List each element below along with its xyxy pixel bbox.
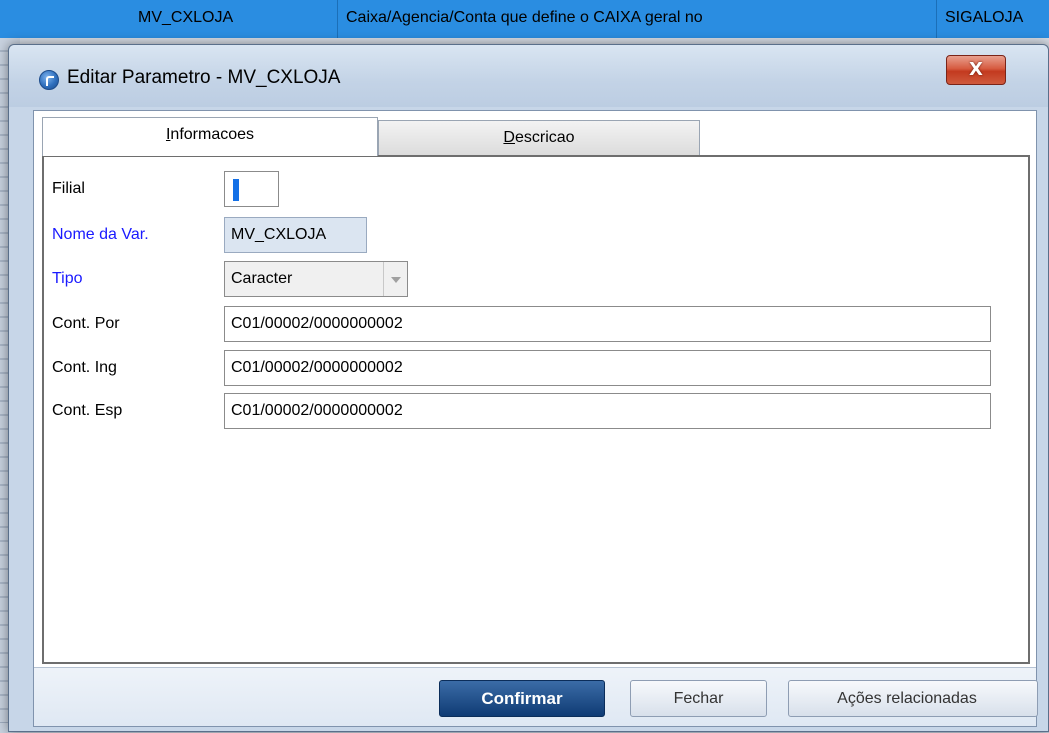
cont-esp-label: Cont. Esp <box>52 402 123 419</box>
app-logo-icon <box>39 70 59 90</box>
grid-cell-module: SIGALOJA <box>945 9 1024 26</box>
informacoes-panel: Filial Nome da Var. MV_CXLOJA Tipo Carac… <box>42 155 1030 664</box>
dialog-titlebar[interactable]: Editar Parametro - MV_CXLOJA X <box>9 45 1048 107</box>
cont-esp-field[interactable]: C01/00002/0000000002 <box>224 393 991 429</box>
tab-informacoes-label: nformacoes <box>170 126 255 143</box>
cont-ing-label: Cont. Ing <box>52 359 117 376</box>
tab-informacoes[interactable]: Informacoes <box>42 117 378 156</box>
filial-field[interactable] <box>224 171 279 207</box>
grid-cell-description: Caixa/Agencia/Conta que define o CAIXA g… <box>338 0 937 38</box>
dialog-client-area: Informacoes Descricao Filial Nome da Var… <box>33 110 1038 727</box>
dialog-title: Editar Parametro - MV_CXLOJA <box>67 67 341 88</box>
cont-por-label: Cont. Por <box>52 315 120 332</box>
nome-var-field[interactable]: MV_CXLOJA <box>224 217 367 253</box>
cont-por-field[interactable]: C01/00002/0000000002 <box>224 306 991 342</box>
fechar-button[interactable]: Fechar <box>630 680 767 717</box>
tab-descricao-mnemonic: D <box>503 129 515 146</box>
tipo-label: Tipo <box>52 270 83 287</box>
close-button[interactable]: X <box>946 55 1006 85</box>
tab-descricao[interactable]: Descricao <box>378 120 700 155</box>
background-grid-row[interactable]: MV_CXLOJA Caixa/Agencia/Conta que define… <box>0 0 1049 38</box>
chevron-down-icon[interactable] <box>383 262 407 296</box>
nome-var-label: Nome da Var. <box>52 226 149 243</box>
cont-ing-field[interactable]: C01/00002/0000000002 <box>224 350 991 386</box>
grid-cell-var-name: MV_CXLOJA <box>130 0 338 38</box>
tipo-select[interactable]: Caracter <box>224 261 408 297</box>
dialog-footer: Confirmar Fechar Ações relacionadas <box>34 667 1038 726</box>
confirm-button[interactable]: Confirmar <box>439 680 605 717</box>
edit-parameter-dialog: Editar Parametro - MV_CXLOJA X Informaco… <box>8 44 1049 732</box>
text-caret <box>233 179 239 201</box>
related-actions-button[interactable]: Ações relacionadas <box>788 680 1038 717</box>
tipo-value: Caracter <box>231 270 293 287</box>
tab-descricao-label: escricao <box>514 129 575 146</box>
filial-label: Filial <box>52 180 85 197</box>
